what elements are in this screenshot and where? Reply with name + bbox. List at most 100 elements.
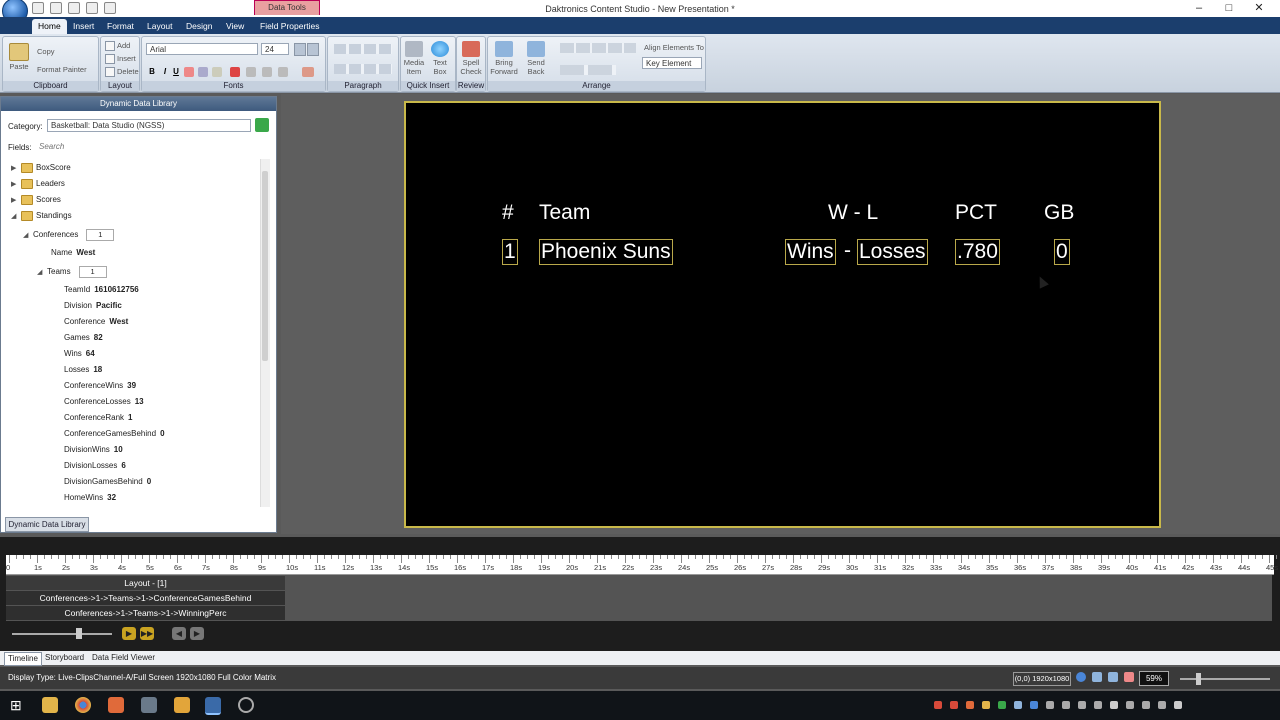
tab-design[interactable]: Design (180, 19, 218, 34)
field-row[interactable]: Division Pacific (64, 301, 122, 310)
expand-arrow-icon[interactable]: ▶ (11, 180, 21, 188)
shadow-icon[interactable] (246, 67, 256, 77)
italic-button[interactable]: I (160, 67, 170, 77)
tray-icon[interactable] (934, 701, 942, 709)
tree-item-teams[interactable]: ◢ Teams 1 (37, 266, 107, 278)
case-icon[interactable] (278, 67, 288, 77)
collapse-arrow-icon[interactable]: ◢ (37, 268, 47, 276)
timeline-zoom-slider[interactable] (12, 633, 112, 635)
bold-button[interactable]: B (147, 67, 157, 77)
monitor-icon[interactable] (1092, 672, 1102, 682)
maximize-button[interactable]: □ (1214, 1, 1244, 15)
next-icon[interactable]: ▶ (190, 627, 204, 640)
underline-button[interactable]: U (171, 67, 181, 77)
tree-scrollbar[interactable] (260, 159, 270, 507)
fast-forward-icon[interactable]: ▶▶ (140, 627, 154, 640)
tray-icon[interactable] (966, 701, 974, 709)
field-row[interactable]: ConferenceGamesBehind 0 (64, 429, 165, 438)
tree-item-conferences[interactable]: ◢ Conferences 1 (23, 229, 115, 241)
bring-forward-button[interactable]: Bring Forward (490, 41, 518, 76)
grow-font-icon[interactable] (294, 43, 306, 56)
presentation-stage[interactable]: # Team W - L PCT GB 1 Phoenix Suns Wins … (404, 101, 1161, 528)
distribute-buttons-icon[interactable] (560, 65, 616, 75)
tray-icon[interactable] (1014, 701, 1022, 709)
file-explorer-icon[interactable] (42, 697, 58, 713)
highlight-icon[interactable] (198, 67, 208, 77)
zoom-level[interactable]: 59% (1139, 671, 1169, 686)
tray-icon[interactable] (998, 701, 1006, 709)
timeline-zoom-knob[interactable] (76, 628, 82, 639)
tree-item-name[interactable]: Name West (51, 248, 95, 257)
windows-start-icon[interactable]: ⊞ (10, 697, 26, 713)
row-pct-field[interactable]: .780 (955, 239, 1000, 265)
view-icon[interactable] (1076, 672, 1086, 682)
minimize-button[interactable]: – (1184, 1, 1214, 15)
tree-item-leaders[interactable]: ▶ Leaders (11, 179, 65, 189)
header-rank[interactable]: # (502, 201, 514, 225)
app-shield-orange-icon[interactable] (174, 697, 190, 713)
tray-icon[interactable] (982, 701, 990, 709)
alignment-icon[interactable] (334, 44, 392, 54)
align-buttons-icon[interactable] (560, 43, 636, 53)
vertical-alignment-icon[interactable] (334, 64, 392, 74)
tray-icon[interactable] (1094, 701, 1102, 709)
text-box-button[interactable]: Text Box (429, 41, 451, 76)
safe-area-icon[interactable] (1108, 672, 1118, 682)
font-size-select[interactable]: 24 (261, 43, 289, 55)
add-button[interactable]: Add (105, 41, 130, 52)
tab-insert[interactable]: Insert (67, 19, 100, 34)
header-wl[interactable]: W - L (828, 201, 878, 225)
row-wins-field[interactable]: Wins (785, 239, 836, 265)
shrink-font-icon[interactable] (307, 43, 319, 56)
expand-arrow-icon[interactable]: ▶ (11, 164, 21, 172)
align-elements-select[interactable]: Key Element (642, 57, 702, 69)
field-row[interactable]: DivisionLosses 6 (64, 461, 126, 470)
font-name-select[interactable]: Arial (146, 43, 258, 55)
delete-button[interactable]: Delete (105, 67, 139, 78)
tray-icon[interactable] (1158, 701, 1166, 709)
canvas-zoom-slider[interactable] (1180, 678, 1270, 680)
dynamic-data-library-tab[interactable]: Dynamic Data Library (5, 517, 89, 532)
track-conference-games-behind[interactable]: Conferences->1->Teams->1->ConferenceGame… (6, 591, 285, 605)
fields-search-input[interactable] (37, 139, 267, 153)
field-row[interactable]: ConferenceLosses 13 (64, 397, 144, 406)
record-icon[interactable] (1124, 672, 1134, 682)
conferences-index-stepper[interactable]: 1 (86, 229, 115, 241)
scrollbar-thumb[interactable] (262, 171, 268, 361)
format-painter-button[interactable]: Format Painter (37, 65, 87, 74)
previous-icon[interactable]: ◀ (172, 627, 186, 640)
insert-button[interactable]: Insert (105, 54, 136, 65)
copy-button[interactable]: Copy (37, 47, 55, 56)
chrome-icon[interactable] (75, 697, 91, 713)
field-row[interactable]: Conference West (64, 317, 128, 326)
tray-icon[interactable] (1142, 701, 1150, 709)
media-item-button[interactable]: Media Item (403, 41, 425, 76)
clock-app-icon[interactable] (238, 697, 254, 713)
tab-field-properties[interactable]: Field Properties (254, 19, 326, 34)
tray-icon[interactable] (1110, 701, 1118, 709)
spell-check-button[interactable]: Spell Check (459, 41, 483, 76)
row-rank-field[interactable]: 1 (502, 239, 518, 265)
field-row[interactable]: Wins 64 (64, 349, 95, 358)
font-color-icon[interactable] (184, 67, 194, 77)
tab-data-field-viewer[interactable]: Data Field Viewer (89, 652, 158, 664)
timeline-ruler[interactable]: 0 1s 2s 3s 4s 5s 6s 7s 8s 9s 10s 11s 12s 13s 14s 15s 16s… (6, 555, 1278, 575)
collapse-arrow-icon[interactable]: ◢ (23, 231, 33, 239)
tab-storyboard[interactable]: Storyboard (42, 652, 87, 664)
tray-icon[interactable] (950, 701, 958, 709)
app-shield-icon[interactable] (141, 697, 157, 713)
play-icon[interactable]: ▶ (122, 627, 136, 640)
spacing-icon[interactable] (262, 67, 272, 77)
track-winning-perc[interactable]: Conferences->1->Teams->1->WinningPerc (6, 606, 285, 620)
tray-icon[interactable] (1062, 701, 1070, 709)
paste-button[interactable]: Paste (7, 43, 31, 71)
tab-format[interactable]: Format (101, 19, 140, 34)
fill-color-icon[interactable] (212, 67, 222, 77)
tab-home[interactable]: Home (32, 19, 67, 34)
teams-index-stepper[interactable]: 1 (78, 266, 107, 278)
field-row[interactable]: TeamId 1610612756 (64, 285, 139, 294)
tray-icon[interactable] (1046, 701, 1054, 709)
tray-icon[interactable] (1126, 701, 1134, 709)
content-studio-taskbar-icon[interactable] (205, 697, 221, 715)
collapse-arrow-icon[interactable]: ◢ (11, 212, 21, 220)
